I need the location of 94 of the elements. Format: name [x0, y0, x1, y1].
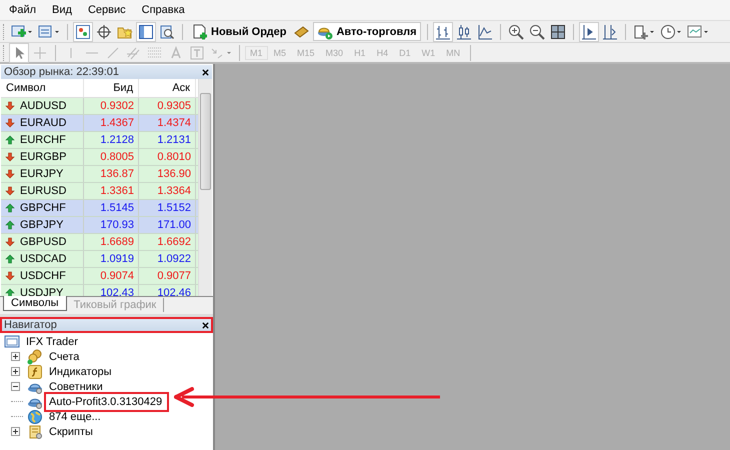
- new-order-button[interactable]: Новый Ордер: [189, 22, 290, 41]
- clock-icon[interactable]: [658, 22, 683, 40]
- globe-icon: [27, 408, 43, 424]
- expand-icon[interactable]: [11, 367, 20, 376]
- bar-chart-icon[interactable]: [434, 22, 452, 40]
- menu-item[interactable]: Справка: [134, 4, 192, 16]
- tree-item[interactable]: Индикаторы: [47, 364, 114, 378]
- table-cell: 0.9077: [139, 268, 196, 284]
- market-watch-icon[interactable]: [74, 22, 92, 40]
- panel-title: Обзор рынка: 22:39:01: [4, 66, 120, 78]
- collapse-icon[interactable]: [11, 382, 20, 391]
- table-cell: 1.4367: [84, 115, 139, 131]
- table-cell: 0.9074: [84, 268, 139, 284]
- crosshair-icon[interactable]: [95, 22, 113, 40]
- chart-shift-icon[interactable]: [600, 22, 619, 40]
- column-header[interactable]: Бид: [84, 79, 139, 97]
- symbol-text: EURGBP: [20, 151, 66, 163]
- table-cell: 1.6689: [84, 234, 139, 250]
- table-row[interactable]: EURUSD 1.3361 1.3364: [1, 183, 198, 200]
- table-row[interactable]: USDCAD 1.0919 1.0922: [1, 251, 198, 268]
- column-header[interactable]: Символ: [1, 79, 84, 97]
- table-cell: 1.3364: [139, 183, 196, 199]
- panel-title: Навигатор: [4, 319, 57, 331]
- menu-item[interactable]: Файл: [2, 4, 44, 16]
- table-cell: 1.5152: [139, 200, 196, 216]
- table-cell: 1.2131: [139, 132, 196, 148]
- tree-item[interactable]: 874 еще...: [47, 410, 103, 424]
- symbol-text: EURAUD: [20, 117, 66, 129]
- cursor-icon[interactable]: [10, 44, 28, 62]
- table-row[interactable]: EURCHF 1.2128 1.2131: [1, 132, 198, 149]
- templates-icon[interactable]: [686, 22, 710, 40]
- tile-windows-icon[interactable]: [548, 22, 567, 40]
- symbol-text: USDCAD: [20, 253, 66, 265]
- table-cell: 0.9305: [139, 98, 196, 114]
- zoom-out-icon[interactable]: [528, 22, 546, 40]
- table-cell: 1.2128: [84, 132, 139, 148]
- table-cell: 1.0922: [139, 251, 196, 267]
- document-plus-icon: [192, 24, 208, 40]
- table-cell: 0.9302: [84, 98, 139, 114]
- menu-item[interactable]: Вид: [45, 4, 79, 16]
- table-row[interactable]: EURGBP 0.8005 0.8010: [1, 149, 198, 166]
- table-row[interactable]: GBPUSD 1.6689 1.6692: [1, 234, 198, 251]
- zoom-in-icon[interactable]: [506, 22, 525, 40]
- table-cell: 136.90: [139, 166, 196, 182]
- table-cell: 1.4374: [139, 115, 196, 131]
- expand-icon[interactable]: [11, 427, 20, 436]
- navigator-panel-icon[interactable]: [137, 22, 155, 40]
- table-row[interactable]: AUDUSD 0.9302 0.9305: [1, 98, 198, 115]
- expand-icon[interactable]: [11, 352, 20, 361]
- menu-item[interactable]: Сервис: [80, 4, 133, 16]
- table-row[interactable]: GBPCHF 1.5145 1.5152: [1, 200, 198, 217]
- table-cell: 1.5145: [84, 200, 139, 216]
- symbol-text: USDJPY: [20, 287, 64, 296]
- auto-trading-button[interactable]: Авто-торговля: [313, 22, 421, 41]
- people-icon: [27, 348, 43, 364]
- tester-icon[interactable]: [158, 22, 176, 40]
- function-icon: [27, 364, 43, 380]
- close-icon[interactable]: [202, 322, 209, 328]
- table-cell: 1.3361: [84, 183, 139, 199]
- scrollbar[interactable]: [198, 79, 212, 296]
- tree-item[interactable]: IFX Trader: [24, 334, 80, 348]
- table-row[interactable]: USDJPY 102.43 102.46: [1, 285, 198, 296]
- table-cell: 171.00: [139, 217, 196, 233]
- symbol-text: USDCHF: [20, 270, 66, 282]
- tree-item[interactable]: Советники: [47, 380, 105, 394]
- table-cell: 1.6692: [139, 234, 196, 250]
- scroll-icon: [27, 424, 43, 440]
- symbol-text: AUDUSD: [20, 100, 66, 112]
- column-header[interactable]: Аск: [139, 79, 196, 97]
- table-cell: 1.0919: [84, 251, 139, 267]
- symbol-text: GBPUSD: [20, 236, 66, 248]
- table-row[interactable]: EURAUD 1.4367 1.4374: [1, 115, 198, 132]
- close-icon[interactable]: [202, 68, 209, 76]
- candlestick-icon[interactable]: [454, 22, 473, 40]
- table-row[interactable]: GBPJPY 170.93 171.00: [1, 217, 198, 234]
- symbol-text: GBPJPY: [20, 219, 64, 231]
- table-cell: 0.8010: [139, 149, 196, 165]
- symbol-text: EURUSD: [20, 185, 66, 197]
- tree-item[interactable]: Auto-Profit3.0.3130429: [47, 394, 166, 408]
- tree-item[interactable]: Скрипты: [47, 424, 95, 438]
- table-cell: 136.87: [84, 166, 139, 182]
- table-cell: 0.8005: [84, 149, 139, 165]
- table-cell: 170.93: [84, 217, 139, 233]
- line-chart-icon[interactable]: [476, 22, 494, 40]
- autoscroll-icon[interactable]: [580, 22, 598, 40]
- symbol-text: GBPCHF: [20, 202, 66, 214]
- symbol-text: EURCHF: [20, 134, 66, 146]
- table-row[interactable]: EURJPY 136.87 136.90: [1, 166, 198, 183]
- profiles-icon[interactable]: [37, 22, 61, 40]
- tab[interactable]: Символы: [3, 296, 67, 311]
- table-row[interactable]: USDCHF 0.9074 0.9077: [1, 268, 198, 285]
- terminal-icon: [4, 334, 20, 350]
- tree-item[interactable]: Счета: [47, 350, 82, 364]
- symbol-text: EURJPY: [20, 168, 64, 180]
